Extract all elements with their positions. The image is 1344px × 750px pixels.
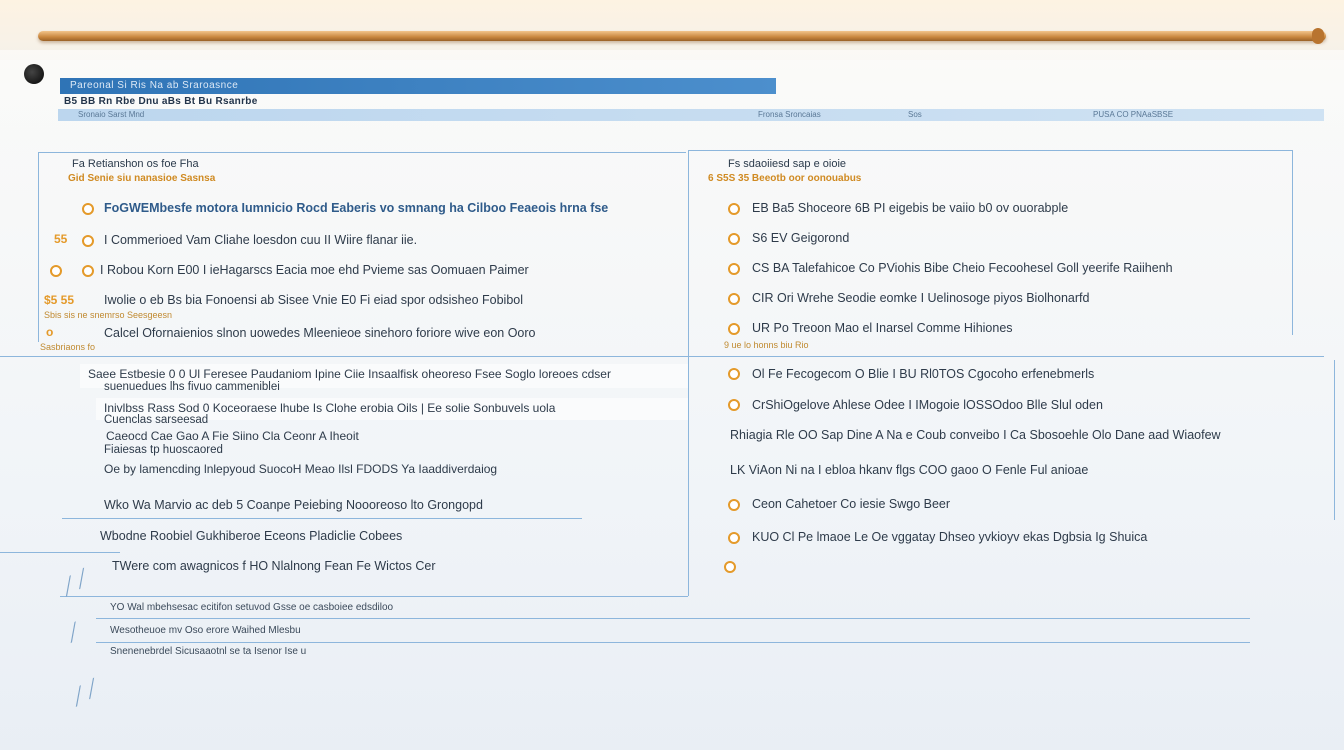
- bullet-dot: [728, 203, 740, 215]
- right-item-10[interactable]: Ceon Cahetoer Co iesie Swgo Beer: [752, 497, 950, 511]
- bullet-dot: [50, 265, 62, 277]
- right-item-4[interactable]: CIR Ori Wrehe Seodie eomke I Uelinosoge …: [752, 291, 1089, 305]
- center-divider: [688, 150, 689, 596]
- left-item-5[interactable]: Calcel Ofornaienios slnon uowedes Mleeni…: [104, 326, 536, 340]
- left-note-2: Sasbriaons fo: [40, 342, 96, 352]
- header-band: Sronaio Sarst Mnd Fronsa Sroncaias Sos P…: [58, 109, 1324, 121]
- bullet-dot: [728, 368, 740, 380]
- right-item-1[interactable]: EB Ba5 Shoceore 6B PI eigebis be vaiio b…: [752, 201, 1068, 215]
- band-label-1: Sronaio Sarst Mnd: [78, 110, 145, 119]
- left-mark-1: 55: [54, 232, 68, 246]
- left-lower-item-1[interactable]: Saee Estbesie 0 0 Ul Feresee Paudaniom I…: [88, 367, 611, 381]
- hanging-rod: [38, 31, 1326, 41]
- right-item-3[interactable]: CS BA Talefahicoe Co PViohis Bibe Cheio …: [752, 261, 1173, 275]
- right-item-7[interactable]: CrShiOgelove Ahlese Odee I IMogoie lOSSO…: [752, 398, 1103, 412]
- bullet-dot: [82, 265, 94, 277]
- right-item-9[interactable]: LK ViAon Ni na I ebloa hkanv flgs COO ga…: [730, 463, 1088, 477]
- left-item-1[interactable]: FoGWEMbesfe motora Iumnicio Rocd Eaberis…: [104, 201, 608, 215]
- header-bar: Pareonal Si Ris Na ab Sraroasnce: [60, 78, 776, 94]
- bullet-dot: [728, 499, 740, 511]
- left-lower-item-8[interactable]: Wko Wa Marvio ac deb 5 Coanpe Peiebing N…: [104, 498, 483, 512]
- bullet-dot: [728, 263, 740, 275]
- right-item-6[interactable]: Ol Fe Fecogecom O Blie I BU Rl0TOS Cgoco…: [752, 367, 1094, 381]
- bullet-dot: [728, 323, 740, 335]
- right-item-8[interactable]: Rhiagia Rle OO Sap Dine A Na e Coub conv…: [730, 428, 1221, 442]
- bullet-dot: [82, 235, 94, 247]
- left-item-3[interactable]: I Robou Korn E00 I ieHagarscs Eacia moe …: [100, 263, 529, 277]
- bullet-dot: [82, 203, 94, 215]
- band-label-2: Fronsa Sroncaias: [758, 110, 821, 119]
- right-item-11[interactable]: KUO Cl Pe lmaoe Le Oe vggatay Dhseo yvki…: [752, 530, 1147, 544]
- right-panel-top-rule: [688, 150, 1292, 151]
- left-lower-rule: [62, 518, 582, 519]
- footer-line-3: Snenenebrdel Sicusaaotnl se ta Isenor Is…: [110, 646, 307, 657]
- band-label-3: Sos: [908, 110, 922, 119]
- bullet-dot: [728, 233, 740, 245]
- bullet-dot: [728, 293, 740, 305]
- left-mark-2: $5 55: [44, 293, 75, 307]
- left-lower-item-5[interactable]: Caeocd Cae Gao A Fie Siino Cla Ceonr A I…: [106, 429, 359, 443]
- right-panel-right-rule: [1292, 150, 1293, 335]
- bullet-dot: [728, 399, 740, 411]
- right-item-5[interactable]: UR Po Treoon Mao el Inarsel Comme Hihion…: [752, 321, 1013, 335]
- left-lower-item-7[interactable]: Oe by lamencding lnlepyoud SuocoH Meao I…: [104, 462, 497, 476]
- right-item-2[interactable]: S6 EV Geigorond: [752, 231, 849, 245]
- pushpin-icon: [24, 64, 44, 84]
- left-lower-item-6: Fiaiesas tp huoscaored: [104, 444, 223, 456]
- right-panel-title: Fs sdaoiiesd sap e oioie: [728, 158, 847, 170]
- footer-line-2: Wesotheuoe mv Oso erore Waihed Mlesbu: [110, 625, 301, 636]
- right-note: 9 ue lo honns biu Rio: [724, 340, 809, 350]
- left-panel-top-rule: [38, 152, 686, 153]
- bullet-dot: [724, 561, 736, 573]
- left-edge-rule: [0, 552, 120, 553]
- right-panel-subtitle: 6 S5S 35 Beeotb oor oonouabus: [708, 173, 862, 184]
- left-mark-3: o: [46, 325, 54, 339]
- left-item-4[interactable]: Iwolie o eb Bs bia Fonoensi ab Sisee Vni…: [104, 293, 523, 307]
- band-label-4: PUSA CO PNAaSBSE: [1093, 110, 1174, 119]
- left-bottom-rule: [60, 596, 688, 597]
- footer-rule-2: [96, 642, 1250, 643]
- left-panel-subtitle: Gid Senie siu nanasioe Sasnsa: [68, 173, 216, 184]
- left-panel-title: Fa Retianshon os foe Fha: [72, 158, 199, 170]
- right-edge-rule: [1334, 360, 1335, 520]
- mid-rule: [0, 356, 1324, 357]
- left-lower-item-3[interactable]: Inivlbss Rass Sod 0 Koceoraese lhube Is …: [104, 401, 555, 415]
- left-lower-item-10[interactable]: TWere com awagnicos f HO Nlalnong Fean F…: [112, 559, 436, 573]
- bullet-dot: [728, 532, 740, 544]
- left-lower-item-9[interactable]: Wbodne Roobiel Gukhiberoe Eceons Pladicl…: [100, 529, 402, 543]
- left-panel-left-rule: [38, 152, 39, 342]
- left-note-1: Sbis sis ne snemrso Seesgeesn: [44, 310, 173, 320]
- footer-line-1: YO Wal mbehsesac ecitifon setuvod Gsse o…: [110, 602, 394, 613]
- rod-end-cap: [1312, 28, 1324, 44]
- header-subline: B5 BB Rn Rbe Dnu aBs Bt Bu Rsanrbe: [64, 96, 258, 107]
- left-item-2[interactable]: I Commerioed Vam Cliahe loesdon cuu II W…: [104, 233, 417, 247]
- left-lower-item-4: Cuenclas sarseesad: [104, 414, 209, 426]
- footer-rule-1: [96, 618, 1250, 619]
- left-lower-item-2: suenuedues lhs fivuo cammeniblei: [104, 381, 280, 393]
